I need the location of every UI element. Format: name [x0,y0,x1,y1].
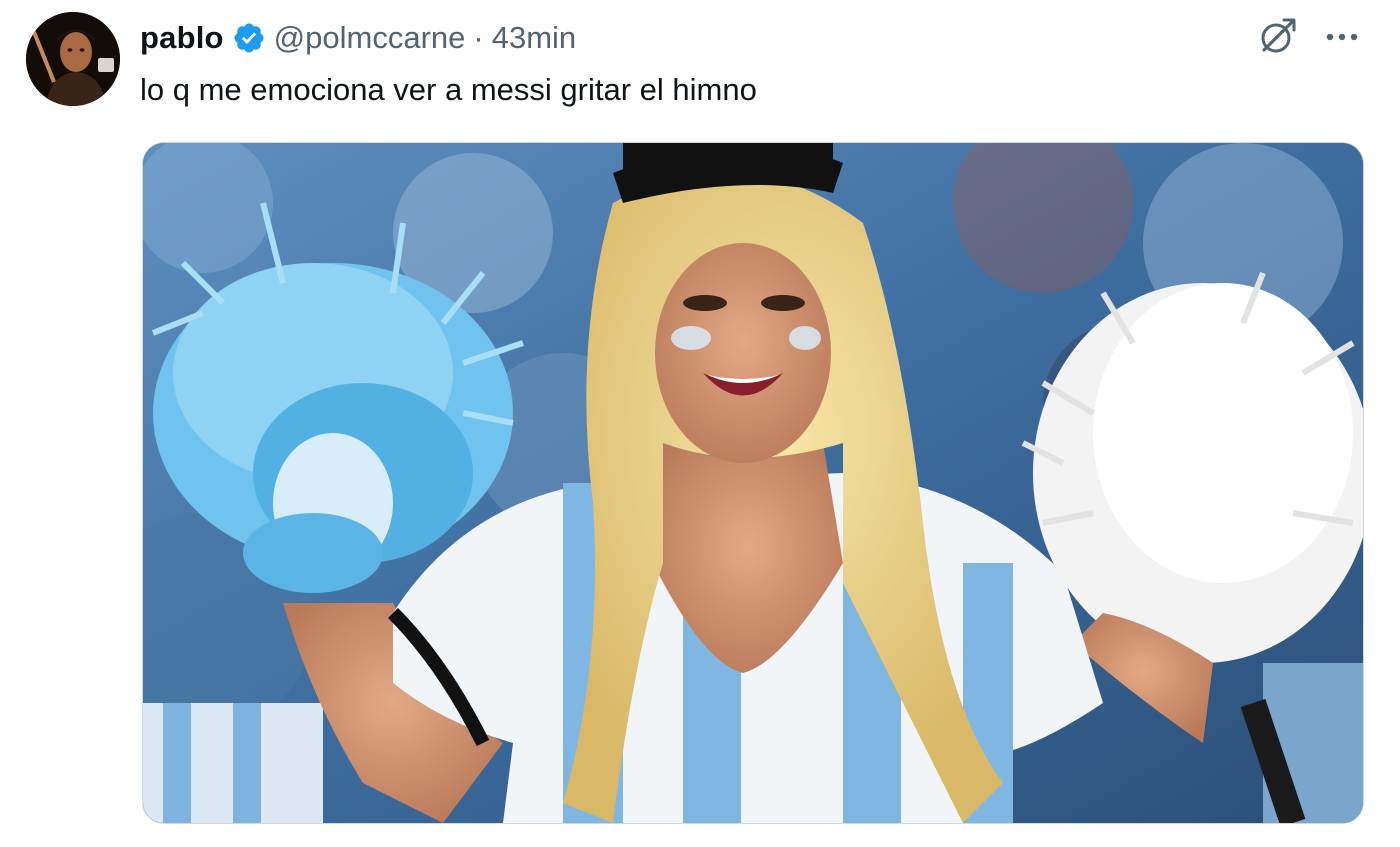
user-handle[interactable]: @polmccarne [274,20,466,56]
tweet-text: lo q me emociona ver a messi gritar el h… [140,72,757,107]
avatar[interactable] [26,12,120,106]
avatar-image [26,12,120,106]
grok-icon[interactable] [1254,14,1300,60]
verified-badge-icon [232,21,266,55]
separator-dot: · [473,20,484,55]
more-options-icon[interactable] [1320,22,1364,52]
tweet-card[interactable]: pablo @polmccarne · 43min lo q me emocio… [0,0,1400,847]
media-photo [143,143,1363,823]
tweet-media-image[interactable] [142,142,1364,824]
tweet-header: pablo @polmccarne · 43min [140,18,576,58]
display-name[interactable]: pablo [140,20,224,56]
timestamp[interactable]: 43min [492,20,576,56]
